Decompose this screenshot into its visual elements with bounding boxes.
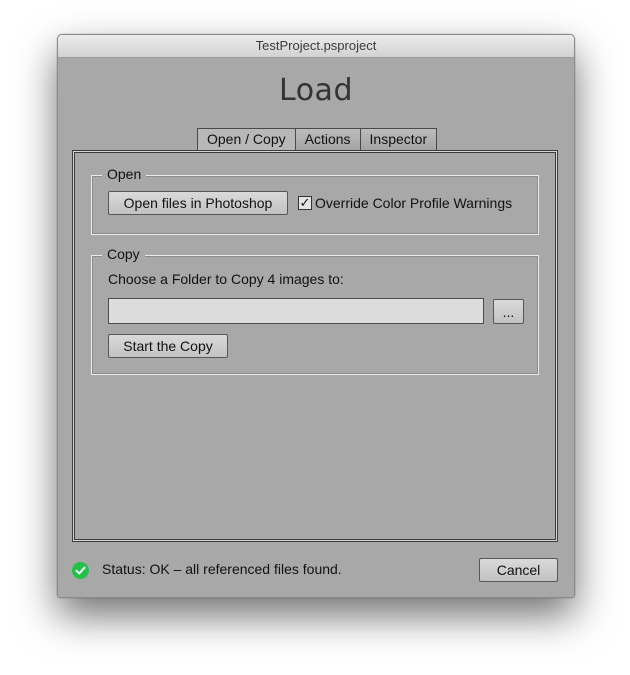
tab-inspector[interactable]: Inspector [360, 128, 438, 151]
cancel-button[interactable]: Cancel [479, 558, 558, 582]
tab-open-copy[interactable]: Open / Copy [197, 128, 296, 152]
copy-group-legend: Copy [102, 246, 145, 262]
open-in-photoshop-button[interactable]: Open files in Photoshop [108, 191, 288, 215]
window-titlebar[interactable]: TestProject.psproject [58, 35, 574, 58]
dialog-window: TestProject.psproject Load Open / Copy A… [57, 34, 575, 598]
override-color-profile-checkbox[interactable]: ✓ Override Color Profile Warnings [298, 195, 512, 211]
checkmark-icon: ✓ [298, 195, 312, 210]
open-group: Open Open files in Photoshop ✓ Override … [91, 166, 539, 235]
tab-actions[interactable]: Actions [295, 128, 361, 151]
start-copy-button[interactable]: Start the Copy [108, 334, 228, 358]
tab-panel-open-copy: Open Open files in Photoshop ✓ Override … [72, 150, 558, 542]
override-color-profile-label: Override Color Profile Warnings [315, 195, 513, 211]
check-circle-icon [72, 562, 89, 579]
browse-folder-button[interactable]: ... [493, 299, 524, 324]
status-text: Status: OK – all referenced files found. [102, 561, 342, 577]
copy-group: Copy Choose a Folder to Copy 4 images to… [91, 246, 539, 375]
folder-path-input[interactable] [108, 298, 484, 324]
window-title: TestProject.psproject [255, 38, 377, 53]
open-group-legend: Open [102, 166, 147, 182]
tab-bar: Open / Copy Actions Inspector [197, 128, 438, 152]
status-bar: Status: OK – all referenced files found.… [58, 557, 574, 583]
dialog-heading: Load [279, 73, 353, 108]
copy-instruction: Choose a Folder to Copy 4 images to: [108, 271, 344, 287]
